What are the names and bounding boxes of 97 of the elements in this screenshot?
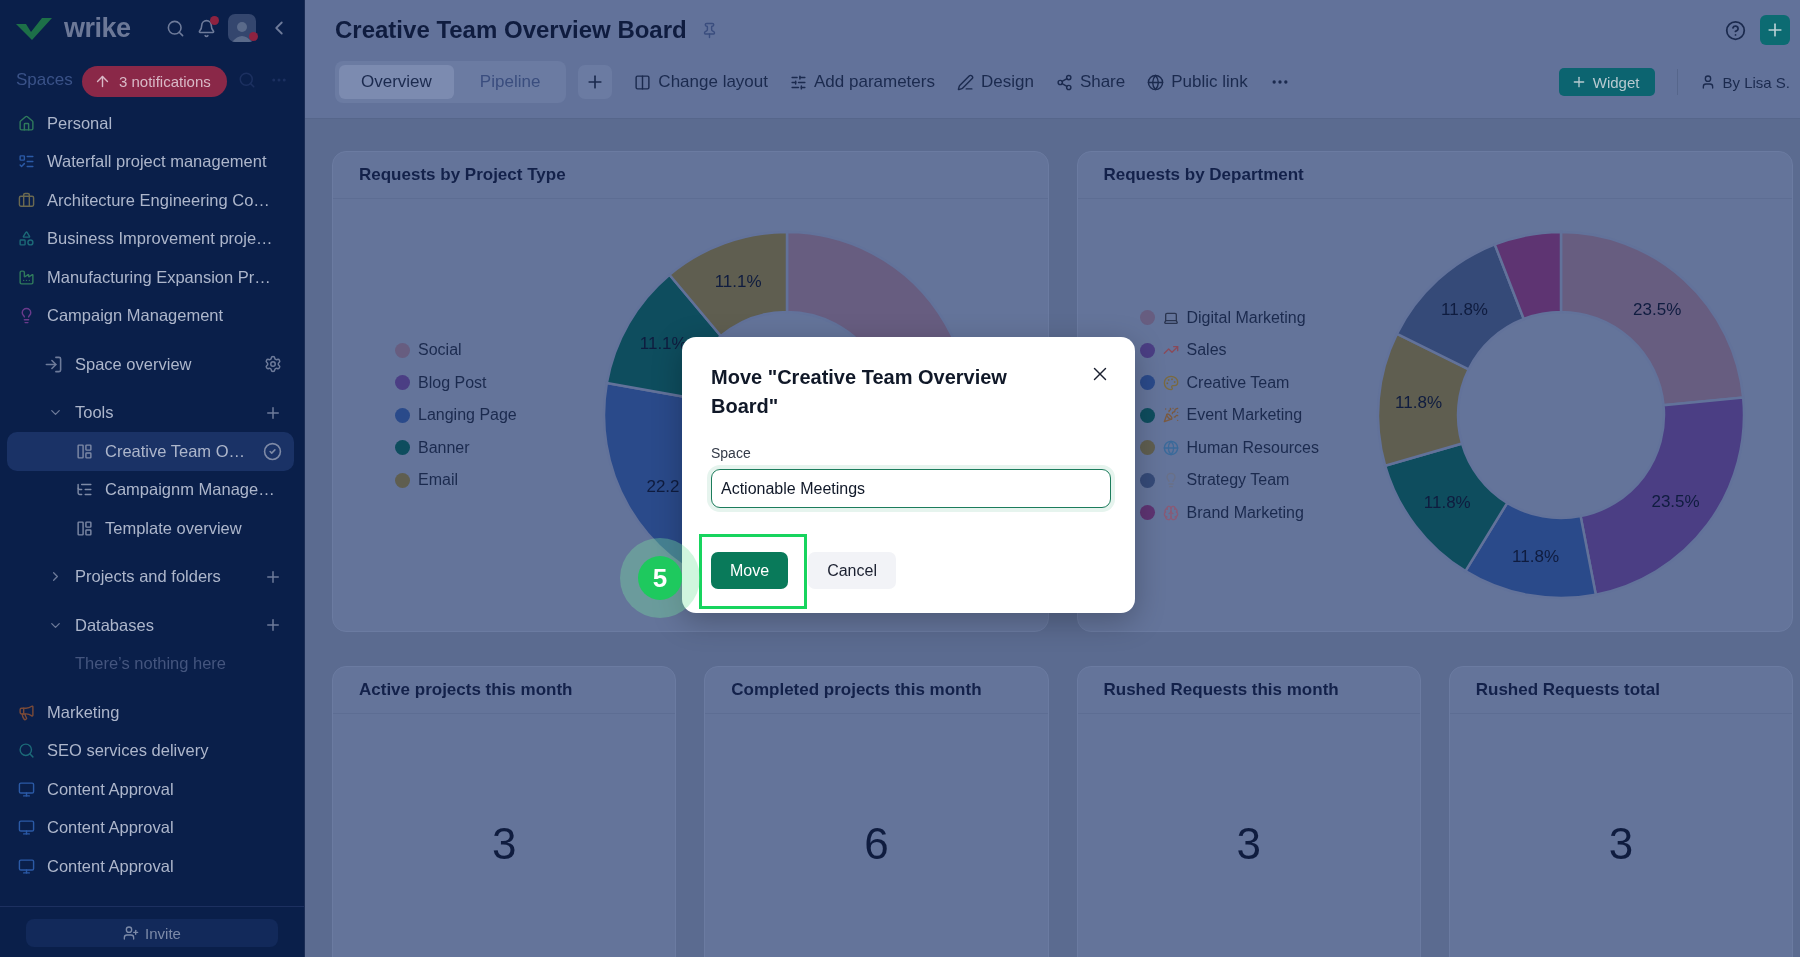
legend-label: Brand Marketing — [1186, 503, 1304, 522]
stat-value: 3 — [491, 819, 517, 869]
sidebar-item[interactable]: Campaignm Manage… — [0, 470, 294, 509]
owner-label: By Lisa S. — [1700, 73, 1790, 91]
share-icon — [1055, 73, 1073, 91]
user-plus-icon — [123, 925, 140, 941]
card-title: Completed projects this month — [705, 667, 1048, 714]
view-tab[interactable]: Overview — [339, 65, 454, 99]
data-label: 11.1% — [714, 271, 762, 291]
data-label: 11.8% — [1440, 300, 1488, 320]
brain-icon — [1162, 504, 1179, 521]
sidebar-item[interactable]: Template overview — [0, 509, 294, 548]
globe-icon — [1162, 439, 1179, 456]
check-circle-icon — [263, 441, 282, 461]
card-title: Rushed Requests this month — [1077, 667, 1420, 714]
sidebar-item[interactable]: Personal — [0, 104, 294, 143]
card-title: Requests by Department — [1077, 152, 1792, 199]
sidebar-item[interactable]: SEO services delivery — [0, 731, 294, 770]
sidebar-item[interactable]: Content Approval — [0, 770, 294, 809]
legend-dot — [1139, 440, 1155, 455]
section-header[interactable]: Tools — [0, 393, 294, 432]
legend-label: Event Marketing — [1186, 406, 1303, 424]
legend-label: Strategy Team — [1186, 471, 1290, 489]
arrow-in-icon — [44, 354, 63, 374]
notification-dot — [210, 15, 219, 25]
board-title: Creative Team Overview Board — [335, 16, 687, 44]
card-title: Active projects this month — [333, 667, 676, 714]
card-title: Rushed Requests total — [1449, 667, 1792, 714]
legend-dot — [395, 342, 410, 358]
legend-label: Langing Page — [418, 406, 517, 424]
columns-icon — [634, 73, 652, 91]
help-icon[interactable] — [1725, 19, 1746, 41]
logo-icon — [16, 16, 52, 40]
legend-dot — [1139, 375, 1155, 390]
add-button[interactable] — [1760, 15, 1790, 45]
section-header[interactable]: Databases — [0, 606, 294, 645]
logo-text: wrike — [64, 12, 131, 44]
pen-icon — [956, 73, 974, 91]
palette-icon — [1162, 374, 1179, 391]
space-field[interactable]: Actionable Meetings — [711, 469, 1111, 508]
dialog-title: Move "Creative Team Overview Board" — [711, 365, 1008, 419]
notifications-pill[interactable]: 3 notifications — [82, 66, 227, 97]
add-view-button[interactable] — [578, 65, 613, 99]
sidebar-item[interactable]: Space overview — [0, 345, 294, 384]
legend-dot — [1139, 407, 1155, 423]
sliders-icon — [790, 73, 807, 91]
status-dot — [249, 32, 258, 41]
data-label: 23.5% — [1632, 300, 1681, 320]
field-label: Space — [711, 445, 752, 461]
move-button[interactable]: Move — [711, 552, 789, 589]
legend-label: Social — [418, 341, 462, 359]
section-title: Spaces — [16, 70, 73, 90]
globe-icon — [1147, 73, 1165, 91]
data-label: 11.8% — [1394, 393, 1442, 413]
board-icon — [76, 442, 93, 460]
party-popper-icon — [1162, 407, 1179, 423]
legend-label: Human Resources — [1186, 438, 1319, 457]
sidebar-item[interactable]: Content Approval — [0, 847, 294, 886]
sidebar-item[interactable]: Business Improvement proje… — [0, 219, 294, 258]
data-label: 22.2 — [646, 477, 680, 497]
legend-dot — [1139, 505, 1155, 520]
stat-value: 6 — [864, 819, 889, 869]
sidebar-item[interactable]: Campaign Management — [0, 296, 294, 335]
sidebar-item[interactable]: Creative Team O… — [7, 432, 294, 471]
legend-dot — [1139, 310, 1155, 325]
empty-note: There’s nothing here — [75, 654, 227, 674]
stat-value: 3 — [1608, 819, 1634, 869]
sidebar-item[interactable]: Manufacturing Expansion Pr… — [0, 258, 294, 297]
legend-label: Sales — [1186, 341, 1227, 359]
legend-dot — [395, 375, 410, 390]
sidebar-item[interactable]: Marketing — [0, 693, 294, 732]
cancel-button[interactable]: Cancel — [808, 552, 896, 589]
settings-icon[interactable] — [264, 355, 282, 374]
sidebar-item[interactable]: Waterfall project management — [0, 142, 294, 181]
legend-label: Digital Marketing — [1186, 308, 1306, 327]
legend-label: Blog Post — [418, 373, 487, 392]
section-header[interactable]: Projects and folders — [0, 557, 294, 596]
sidebar-item[interactable]: Content Approval — [0, 808, 294, 847]
data-label: 23.5% — [1650, 491, 1700, 511]
sidebar-item[interactable]: Architecture Engineering Co… — [0, 181, 294, 220]
board-icon — [76, 519, 93, 537]
legend-dot — [395, 472, 410, 488]
legend-dot — [1139, 342, 1155, 358]
legend-dot — [395, 440, 410, 455]
legend-dot — [395, 407, 410, 423]
invite-button[interactable]: Invite — [26, 919, 278, 947]
avatar-icon[interactable] — [228, 14, 256, 42]
legend-label: Email — [418, 471, 458, 489]
bell-icon[interactable] — [197, 18, 216, 38]
search-icon[interactable] — [166, 18, 185, 38]
widget-button[interactable]: Widget — [1558, 68, 1656, 96]
data-label: 11.8% — [1511, 546, 1559, 566]
stat-value: 3 — [1236, 819, 1261, 869]
legend-dot — [1139, 472, 1155, 488]
legend-label: Creative Team — [1186, 373, 1290, 392]
legend-label: Banner — [418, 438, 470, 457]
card-title: Requests by Project Type — [333, 152, 1048, 199]
